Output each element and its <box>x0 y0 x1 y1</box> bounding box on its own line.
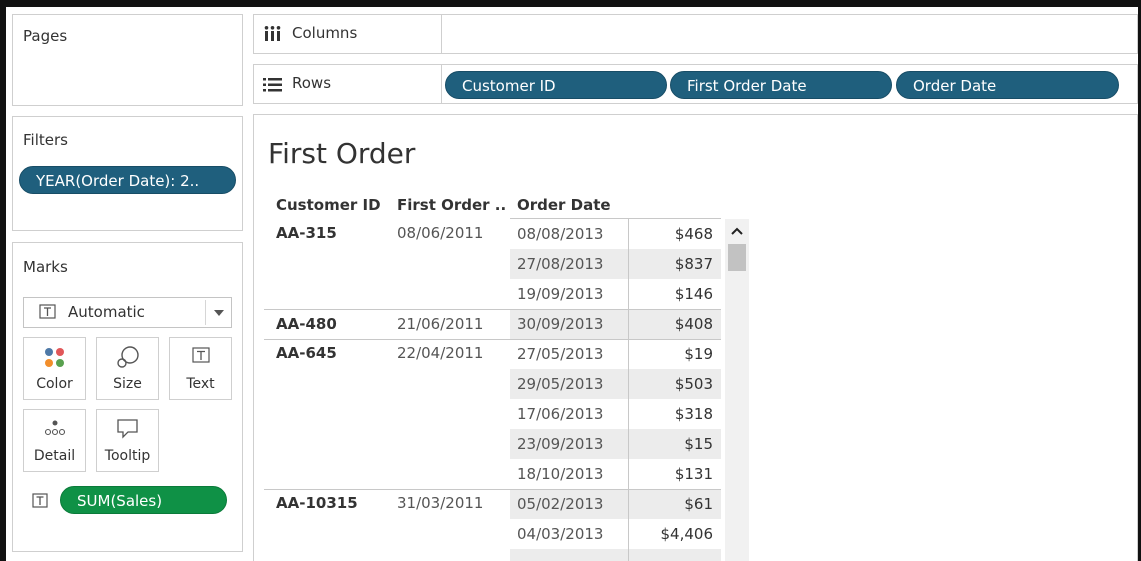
rows-label: Rows <box>292 74 332 92</box>
pages-title: Pages <box>23 27 68 45</box>
filters-card[interactable]: Filters YEAR(Order Date): 2.. <box>12 116 243 231</box>
customer-id-cell: AA-645 <box>276 344 337 362</box>
order-date-cell: 05/02/2013 <box>517 495 604 513</box>
row-band <box>510 549 721 561</box>
sum-sales-pill[interactable]: SUM(Sales) <box>60 486 227 514</box>
sales-cell: $4,406 <box>660 525 714 543</box>
customer-id-cell: AA-10315 <box>276 494 358 512</box>
order-date-cell: 18/10/2013 <box>517 465 604 483</box>
pages-card[interactable]: Pages <box>12 14 243 106</box>
color-dots-icon <box>45 348 64 367</box>
size-button[interactable]: Size <box>96 337 159 400</box>
group-separator <box>264 339 721 340</box>
first-order-cell: 08/06/2011 <box>397 224 484 242</box>
color-button[interactable]: Color <box>23 337 86 400</box>
row-pill-customer-id[interactable]: Customer ID <box>445 71 667 99</box>
sales-cell: $468 <box>674 225 713 243</box>
columns-shelf-label: Columns <box>254 15 442 53</box>
tableau-worksheet: Pages Filters YEAR(Order Date): 2.. Mark… <box>0 0 1141 561</box>
text-mark-icon <box>39 304 56 319</box>
window-border-top <box>0 0 1141 7</box>
marks-title: Marks <box>23 258 68 276</box>
tooltip-icon <box>117 419 138 439</box>
group-separator <box>264 489 721 490</box>
columns-label: Columns <box>292 24 358 42</box>
header-customer-id[interactable]: Customer ID <box>276 196 381 214</box>
order-date-cell: 23/09/2013 <box>517 435 604 453</box>
order-date-cell: 04/03/2013 <box>517 525 604 543</box>
marks-card: Marks Automatic Color Size Text Detail T… <box>12 242 243 552</box>
mark-type-label: Automatic <box>68 303 145 321</box>
text-button[interactable]: Text <box>169 337 232 400</box>
tooltip-button-label: Tooltip <box>104 448 151 464</box>
color-button-label: Color <box>36 376 73 392</box>
order-date-divider <box>628 218 629 561</box>
order-date-cell: 29/05/2013 <box>517 375 604 393</box>
rows-shelf-label: Rows <box>254 65 442 103</box>
sales-cell: $131 <box>674 465 713 483</box>
header-first-order[interactable]: First Order .. <box>397 196 506 214</box>
row-pill-order-date[interactable]: Order Date <box>896 71 1119 99</box>
group-separator <box>264 309 721 310</box>
window-border-left <box>0 0 6 561</box>
sales-cell: $318 <box>674 405 713 423</box>
filters-title: Filters <box>23 131 68 149</box>
mark-type-dropdown[interactable]: Automatic <box>23 297 232 328</box>
customer-id-cell: AA-315 <box>276 224 337 242</box>
vertical-scrollbar[interactable] <box>725 219 749 561</box>
order-date-cell: 08/08/2013 <box>517 225 604 243</box>
sales-cell: $61 <box>684 495 713 513</box>
order-date-cell: 19/09/2013 <box>517 285 604 303</box>
sales-cell: $837 <box>674 255 713 273</box>
size-button-label: Size <box>113 376 142 392</box>
table-top-line <box>510 218 721 219</box>
rows-icon <box>263 78 282 92</box>
scroll-up-arrow-icon[interactable] <box>731 227 743 235</box>
row-pill-first-order-date[interactable]: First Order Date <box>670 71 892 99</box>
header-order-date[interactable]: Order Date <box>517 196 611 214</box>
tooltip-button[interactable]: Tooltip <box>96 409 159 472</box>
order-date-cell: 27/08/2013 <box>517 255 604 273</box>
first-order-cell: 21/06/2011 <box>397 315 484 333</box>
detail-button[interactable]: Detail <box>23 409 86 472</box>
chevron-down-icon[interactable] <box>214 310 224 316</box>
detail-dots-icon <box>44 420 66 436</box>
order-date-cell: 17/06/2013 <box>517 405 604 423</box>
worksheet-title: First Order <box>268 137 416 170</box>
size-icon <box>117 346 139 368</box>
filter-pill-year-order-date[interactable]: YEAR(Order Date): 2.. <box>19 166 236 194</box>
sales-cell: $408 <box>674 315 713 333</box>
sales-cell: $19 <box>684 345 713 363</box>
rows-shelf[interactable]: Rows Customer ID First Order Date Order … <box>253 64 1138 104</box>
scrollbar-thumb[interactable] <box>728 244 746 271</box>
sales-cell: $146 <box>674 285 713 303</box>
sales-cell: $15 <box>684 435 713 453</box>
customer-id-cell: AA-480 <box>276 315 337 333</box>
first-order-cell: 22/04/2011 <box>397 344 484 362</box>
order-date-cell: 27/05/2013 <box>517 345 604 363</box>
order-date-cell: 30/09/2013 <box>517 315 604 333</box>
columns-icon <box>264 26 281 41</box>
dropdown-divider <box>205 300 206 325</box>
columns-shelf[interactable]: Columns <box>253 14 1138 54</box>
detail-button-label: Detail <box>33 448 76 464</box>
text-button-label: Text <box>186 376 215 392</box>
first-order-cell: 31/03/2011 <box>397 494 484 512</box>
text-icon <box>192 347 210 363</box>
sales-cell: $503 <box>674 375 713 393</box>
text-shelf-icon <box>32 493 48 508</box>
